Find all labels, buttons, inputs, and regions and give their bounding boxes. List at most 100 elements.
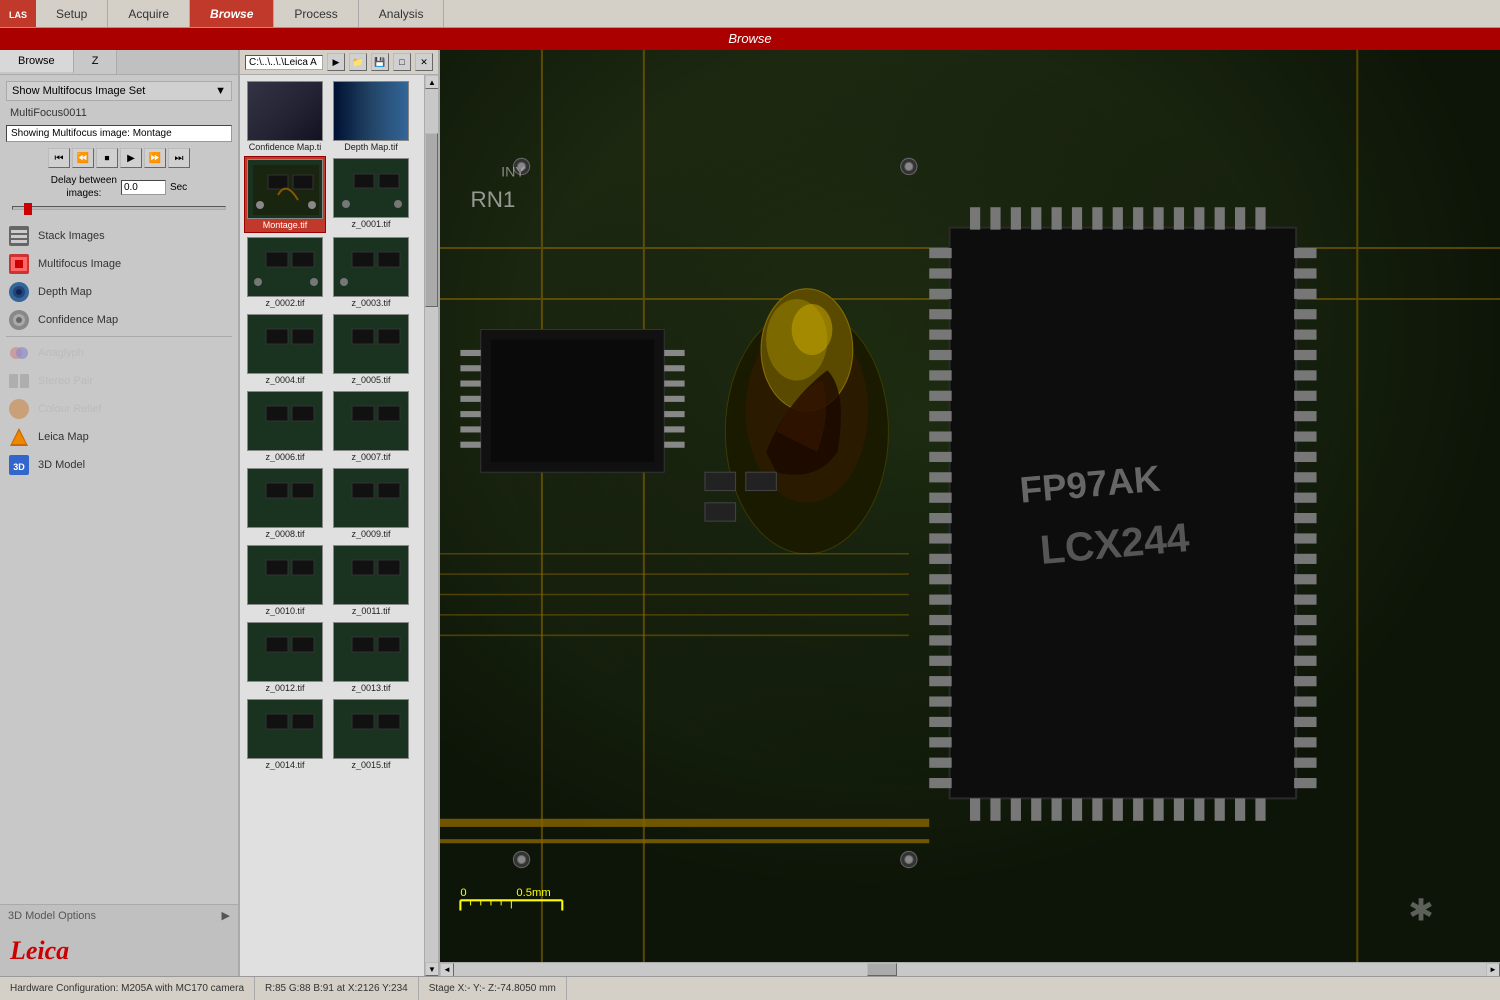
leica-map-label: Leica Map <box>38 431 89 443</box>
fb-item-z0004[interactable]: z_0004.tif <box>244 312 326 387</box>
nav-browse[interactable]: Browse <box>190 0 274 27</box>
depth-map-label: Depth Map <box>38 286 92 298</box>
fb-filename-z0009: z_0009.tif <box>332 529 410 539</box>
3d-options-arrow[interactable]: ▶ <box>222 909 230 922</box>
stack-images-label: Stack Images <box>38 230 105 242</box>
stack-images-icon <box>8 225 30 247</box>
fb-row-1: Montage.tif <box>244 156 420 233</box>
fb-filename-z0013: z_0013.tif <box>332 683 410 693</box>
stereo-pair-label: Stereo Pair <box>38 375 93 387</box>
fb-filename-montage: Montage.tif <box>247 220 323 230</box>
3d-options-label: 3D Model Options <box>8 910 96 922</box>
fb-item-z0003[interactable]: z_0003.tif <box>330 235 412 310</box>
fb-item-z0002[interactable]: z_0002.tif <box>244 235 326 310</box>
fb-expand-btn[interactable]: □ <box>393 53 411 71</box>
nav-acquire[interactable]: Acquire <box>108 0 190 27</box>
tab-browse[interactable]: Browse <box>0 50 74 74</box>
colour-relief-label: Colour Relief <box>38 403 102 415</box>
sidebar-item-leica-map[interactable]: Leica Map <box>0 423 238 451</box>
nav-process[interactable]: Process <box>274 0 358 27</box>
delay-input[interactable] <box>121 180 166 195</box>
multifocus-dropdown-icon[interactable]: ▼ <box>215 85 226 97</box>
sidebar-item-depth-map[interactable]: Depth Map <box>0 278 238 306</box>
fb-item-z0009[interactable]: z_0009.tif <box>330 466 412 541</box>
fb-save-btn[interactable]: 💾 <box>371 53 389 71</box>
fb-row-5: z_0008.tif z_0009.tif <box>244 466 420 541</box>
slider-row <box>6 204 232 212</box>
fb-filename-z0001: z_0001.tif <box>332 219 410 229</box>
fb-row-6: z_0010.tif z_0011.tif <box>244 543 420 618</box>
fb-filename-z0014: z_0014.tif <box>246 760 324 770</box>
svg-text:LAS: LAS <box>9 10 27 20</box>
leica-logo: Leica <box>10 936 69 966</box>
fb-scrollbar[interactable]: ▲ ▼ <box>424 75 438 976</box>
stereo-pair-icon <box>8 370 30 392</box>
btn-prev[interactable]: ⏪ <box>72 148 94 168</box>
svg-text:0: 0 <box>460 887 466 899</box>
fb-folder-btn[interactable]: 📁 <box>349 53 367 71</box>
fb-item-z0012[interactable]: z_0012.tif <box>244 620 326 695</box>
btn-next[interactable]: ⏩ <box>144 148 166 168</box>
3d-model-icon: 3D <box>8 454 30 476</box>
fb-item-z0015[interactable]: z_0015.tif <box>330 697 412 772</box>
left-panel: Browse Z Show Multifocus Image Set ▼ Mul… <box>0 50 240 976</box>
show-multifocus-row: Show Multifocus Image Set ▼ <box>6 81 232 101</box>
colour-relief-icon <box>8 398 30 420</box>
fb-toolbar: C:\..\..\.\Leica A ▶ 📁 💾 □ ✕ <box>240 50 438 75</box>
sidebar-item-stack-images[interactable]: Stack Images <box>0 222 238 250</box>
svg-text:0.5mm: 0.5mm <box>516 887 550 899</box>
tab-z[interactable]: Z <box>74 50 118 74</box>
3d-model-options-bar: 3D Model Options ▶ <box>0 904 238 926</box>
btn-stop[interactable]: ⏹ <box>96 148 118 168</box>
confidence-map-label: Confidence Map <box>38 314 118 326</box>
fb-scroll-track[interactable] <box>425 89 438 962</box>
sidebar-item-confidence-map[interactable]: Confidence Map <box>0 306 238 334</box>
playback-controls: ⏮ ⏪ ⏹ ▶ ⏩ ⏭ <box>6 148 232 168</box>
fb-filename-z0012: z_0012.tif <box>246 683 324 693</box>
fb-row-2: z_0002.tif z_0003.tif <box>244 235 420 310</box>
status-hardware: Hardware Configuration: M205A with MC170… <box>0 977 255 1000</box>
fb-item-z0011[interactable]: z_0011.tif <box>330 543 412 618</box>
btn-first[interactable]: ⏮ <box>48 148 70 168</box>
fb-scroll-down[interactable]: ▼ <box>425 962 438 976</box>
sidebar-item-multifocus-image[interactable]: Multifocus Image <box>0 250 238 278</box>
sidebar-item-3d-model[interactable]: 3D 3D Model <box>0 451 238 479</box>
sidebar-items: Stack Images Multifocus Image <box>0 222 238 479</box>
svg-text:✱: ✱ <box>1408 894 1434 928</box>
svg-text:3D: 3D <box>13 462 25 472</box>
h-scrollbar[interactable]: ◄ ► <box>440 962 1500 976</box>
nav-analysis[interactable]: Analysis <box>359 0 445 27</box>
fb-filename-z0010: z_0010.tif <box>246 606 324 616</box>
btn-play[interactable]: ▶ <box>120 148 142 168</box>
fb-scroll-up[interactable]: ▲ <box>425 75 438 89</box>
fb-filename-confidence: Confidence Map.ti <box>246 142 324 152</box>
fb-item-z0010[interactable]: z_0010.tif <box>244 543 326 618</box>
fb-item-z0005[interactable]: z_0005.tif <box>330 312 412 387</box>
fb-filename-z0006: z_0006.tif <box>246 452 324 462</box>
sidebar-item-anaglyph: Anaglyph <box>0 339 238 367</box>
fb-item-z0007[interactable]: z_0007.tif <box>330 389 412 464</box>
image-area[interactable]: FP97AK LCX244 <box>440 50 1500 976</box>
playback-slider[interactable] <box>12 206 226 210</box>
3d-model-label: 3D Model <box>38 459 85 471</box>
btn-last[interactable]: ⏭ <box>168 148 190 168</box>
fb-item-confidence[interactable]: Confidence Map.ti <box>244 79 326 154</box>
h-scroll-track[interactable] <box>454 963 1486 976</box>
fb-item-z0013[interactable]: z_0013.tif <box>330 620 412 695</box>
showing-input[interactable] <box>6 125 232 142</box>
h-scroll-left[interactable]: ◄ <box>440 963 454 977</box>
top-navigation: LAS Setup Acquire Browse Process Analysi… <box>0 0 1500 28</box>
fb-filename-z0005: z_0005.tif <box>332 375 410 385</box>
fb-close-btn[interactable]: ✕ <box>415 53 433 71</box>
fb-item-z0014[interactable]: z_0014.tif <box>244 697 326 772</box>
fb-item-z0006[interactable]: z_0006.tif <box>244 389 326 464</box>
status-stage: Stage X:- Y:- Z:-74.8050 mm <box>419 977 567 1000</box>
h-scroll-right[interactable]: ► <box>1486 963 1500 977</box>
sidebar-item-stereo-pair: Stereo Pair <box>0 367 238 395</box>
nav-setup[interactable]: Setup <box>36 0 108 27</box>
fb-item-z0008[interactable]: z_0008.tif <box>244 466 326 541</box>
fb-item-z0001[interactable]: z_0001.tif <box>330 156 412 233</box>
fb-item-montage[interactable]: Montage.tif <box>244 156 326 233</box>
fb-play-btn[interactable]: ▶ <box>327 53 345 71</box>
fb-item-depth[interactable]: Depth Map.tif <box>330 79 412 154</box>
